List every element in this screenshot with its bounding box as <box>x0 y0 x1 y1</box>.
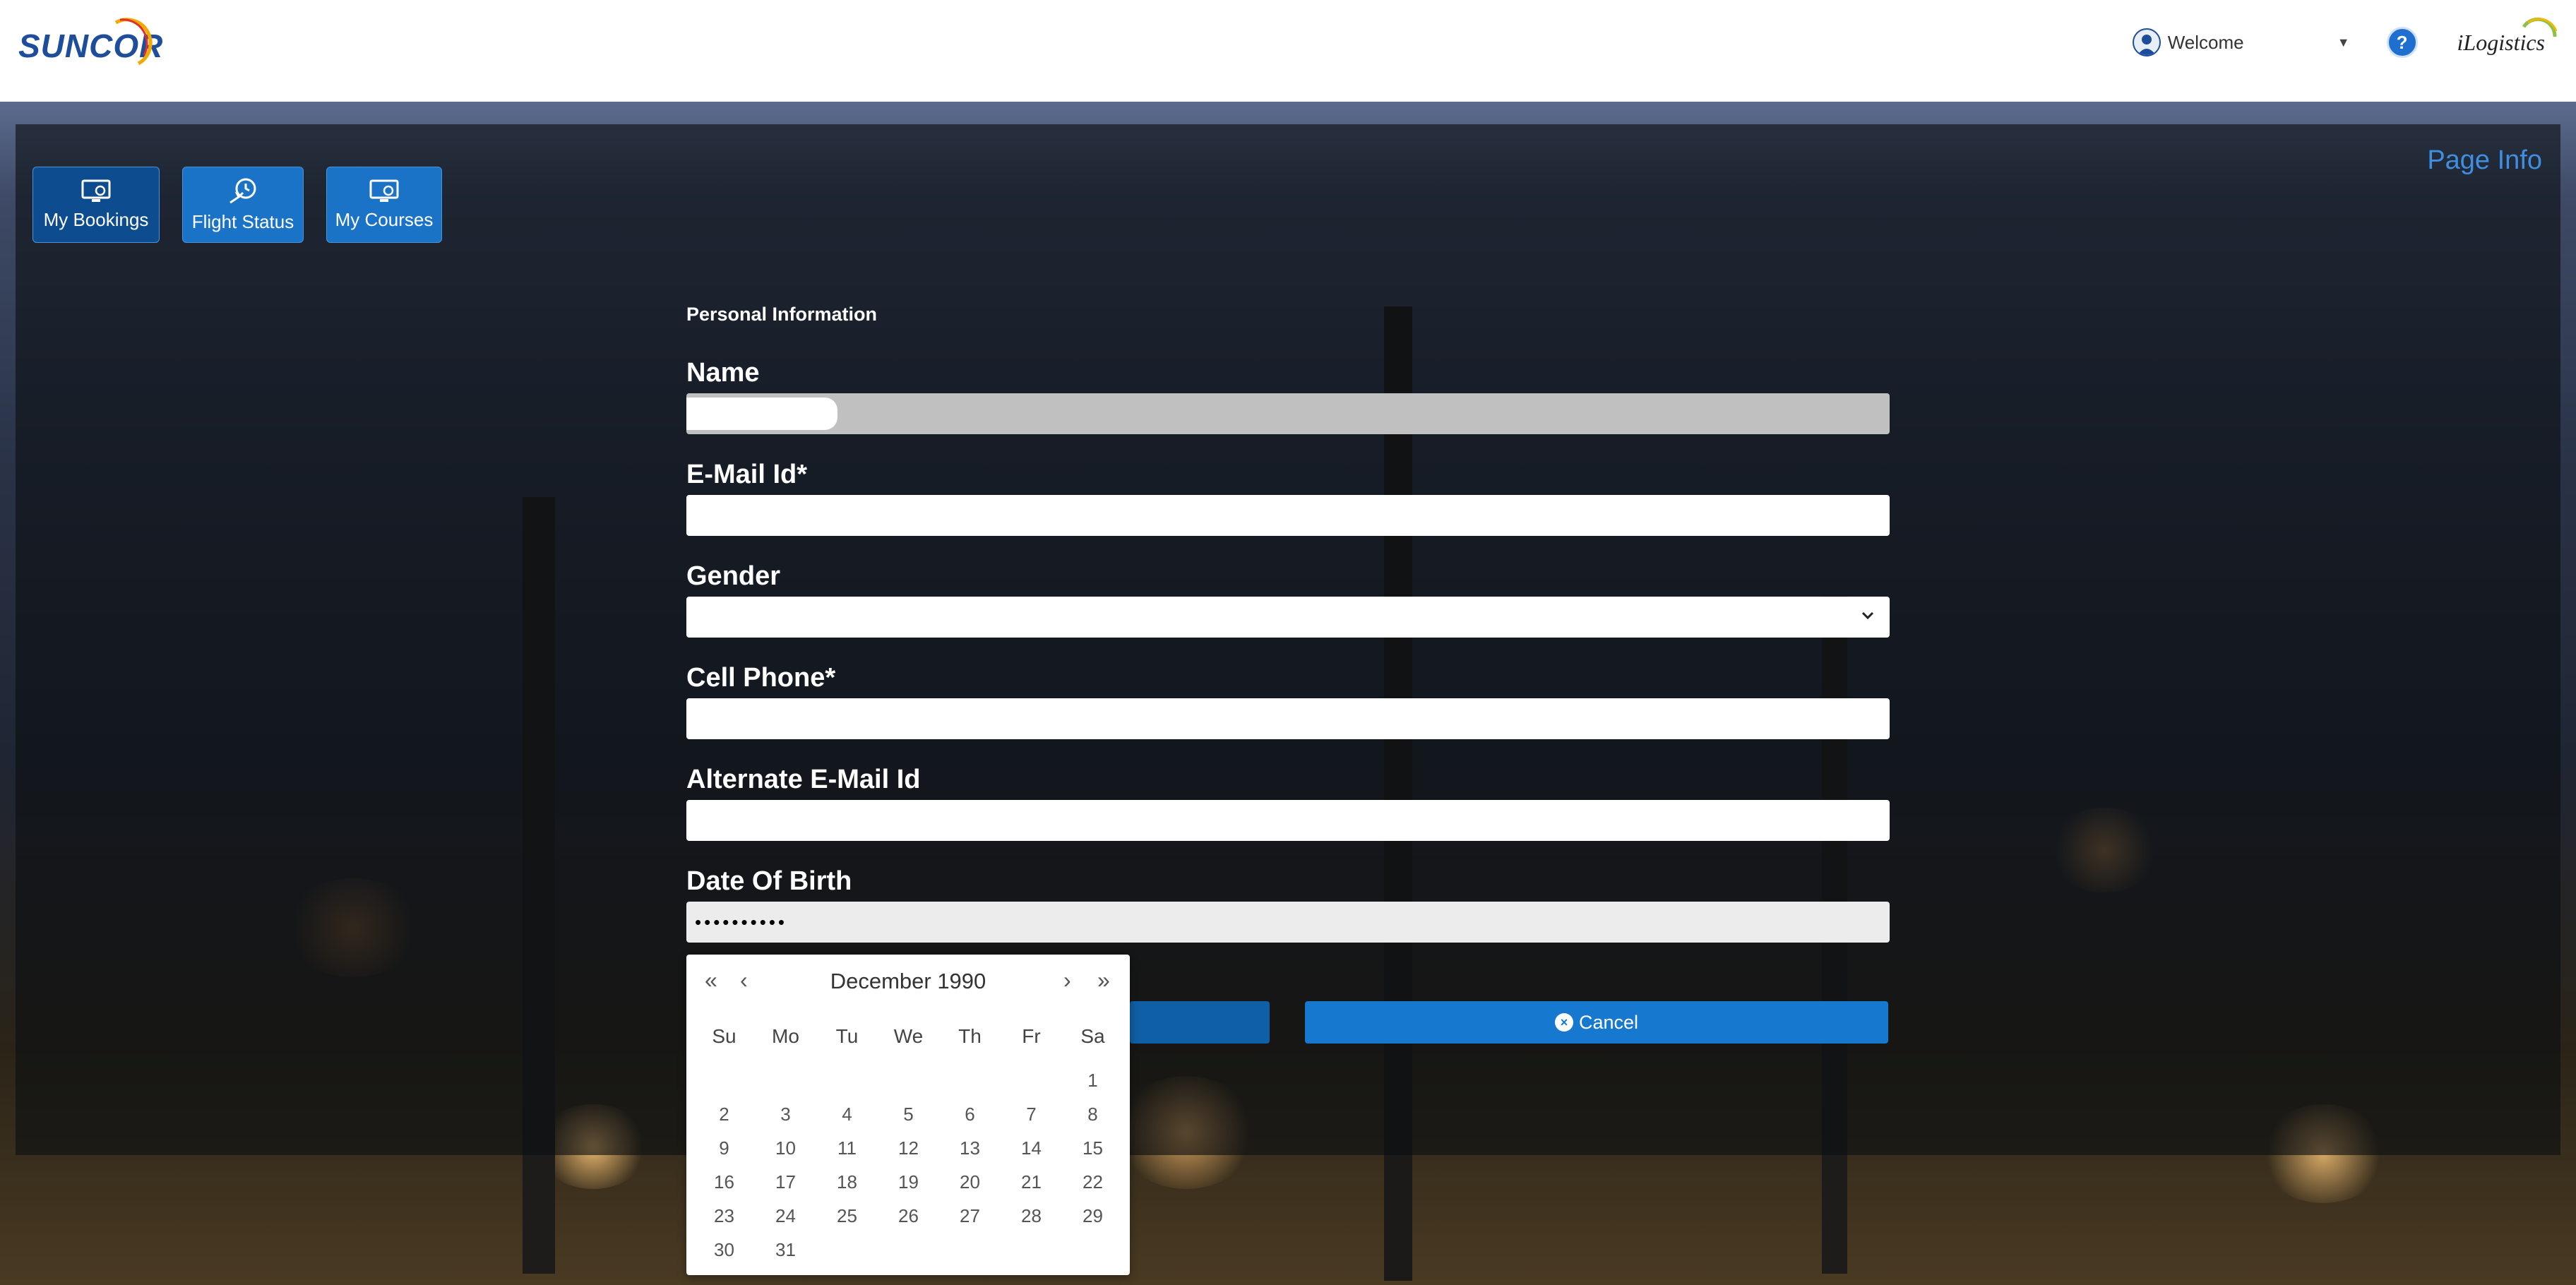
help-icon[interactable]: ? <box>2386 27 2418 58</box>
day-cell[interactable]: 12 <box>878 1137 939 1159</box>
day-cell[interactable]: 23 <box>693 1205 755 1227</box>
weekday-label: Mo <box>772 1025 799 1047</box>
weekday-row: Su Mo Tu We Th Fr Sa <box>693 1020 1123 1053</box>
day-cell[interactable]: 2 <box>693 1104 755 1125</box>
alt-email-field[interactable] <box>686 800 1890 841</box>
section-title: Personal Information <box>686 304 878 325</box>
week-row: 9 10 11 12 13 14 15 <box>693 1131 1123 1165</box>
day-cell[interactable]: 22 <box>1062 1171 1123 1193</box>
day-cell[interactable]: 11 <box>816 1137 878 1159</box>
my-bookings-label: My Bookings <box>43 208 149 230</box>
clock-plane-icon <box>229 178 256 203</box>
my-courses-button[interactable]: My Courses <box>326 167 442 243</box>
day-cell[interactable]: 18 <box>816 1171 878 1193</box>
weekday-label: Su <box>712 1025 737 1047</box>
date-picker: « ‹ December 1990 › » Su Mo Tu We Th Fr … <box>686 955 1130 1275</box>
alt-email-label: Alternate E-Mail Id <box>686 765 921 794</box>
welcome-menu[interactable]: Welcome <box>2168 32 2337 54</box>
ilogistics-arc-icon <box>2522 17 2558 37</box>
page-info-link[interactable]: Page Info <box>2427 145 2542 176</box>
week-row: 16 17 18 19 20 21 22 <box>693 1165 1123 1199</box>
weekday-label: Tu <box>835 1025 859 1047</box>
next-month-button[interactable]: › <box>1063 967 1071 993</box>
day-cell[interactable]: 24 <box>755 1205 816 1227</box>
weekday-label: Th <box>958 1025 982 1047</box>
monitor-icon <box>369 179 399 202</box>
save-button[interactable] <box>1130 1001 1270 1044</box>
calendar-grid: Su Mo Tu We Th Fr Sa 1 2 3 4 5 6 7 8 9 1… <box>693 1020 1123 1267</box>
day-cell[interactable]: 21 <box>1001 1171 1062 1193</box>
caret-down-icon[interactable]: ▼ <box>2337 35 2350 50</box>
weekday-label: Fr <box>1022 1025 1041 1047</box>
day-cell[interactable]: 3 <box>755 1104 816 1125</box>
day-cell[interactable]: 8 <box>1062 1104 1123 1125</box>
ilogistics-logo: iLogistics <box>2457 17 2558 56</box>
day-cell[interactable]: 29 <box>1062 1205 1123 1227</box>
day-cell[interactable]: 20 <box>939 1171 1001 1193</box>
day-cell[interactable]: 30 <box>693 1239 755 1261</box>
dob-field[interactable]: •••••••••• <box>686 902 1890 943</box>
name-field <box>686 393 1890 434</box>
email-field[interactable] <box>686 495 1890 536</box>
day-cell[interactable]: 27 <box>939 1205 1001 1227</box>
day-cell[interactable]: 25 <box>816 1205 878 1227</box>
day-cell[interactable]: 31 <box>755 1239 816 1261</box>
date-picker-header: « ‹ December 1990 › » <box>686 967 1130 998</box>
chevron-down-icon <box>1861 611 1874 620</box>
personal-info-form: Personal Information Name E-Mail Id* Gen… <box>686 304 1890 943</box>
email-label: E-Mail Id* <box>686 460 808 489</box>
flight-status-button[interactable]: Flight Status <box>182 167 304 243</box>
weekday-label: Sa <box>1080 1025 1105 1047</box>
my-courses-label: My Courses <box>335 208 434 230</box>
day-cell[interactable]: 14 <box>1001 1137 1062 1159</box>
day-cell[interactable]: 1 <box>1062 1070 1123 1092</box>
day-cell[interactable]: 16 <box>693 1171 755 1193</box>
monitor-icon <box>81 179 111 202</box>
week-row: 23 24 25 26 27 28 29 <box>693 1199 1123 1233</box>
week-row: 1 <box>693 1063 1123 1097</box>
redaction-mark <box>686 398 837 430</box>
dob-label: Date Of Birth <box>686 866 852 896</box>
gender-select[interactable] <box>686 597 1890 638</box>
cancel-button[interactable]: × Cancel <box>1305 1001 1888 1044</box>
cancel-label: Cancel <box>1578 1011 1639 1033</box>
cell-phone-field[interactable] <box>686 698 1890 739</box>
my-bookings-button[interactable]: My Bookings <box>32 167 160 243</box>
day-cell[interactable]: 9 <box>693 1137 755 1159</box>
week-row: 2 3 4 5 6 7 8 <box>693 1097 1123 1131</box>
suncor-sun-icon <box>114 18 153 66</box>
gender-label: Gender <box>686 561 781 591</box>
day-cell[interactable]: 7 <box>1001 1104 1062 1125</box>
user-icon[interactable] <box>2132 28 2161 56</box>
cell-phone-label: Cell Phone* <box>686 663 836 693</box>
day-cell[interactable]: 19 <box>878 1171 939 1193</box>
week-row: 30 31 <box>693 1233 1123 1267</box>
suncor-logo[interactable]: SUNCOR <box>18 18 163 71</box>
flight-status-label: Flight Status <box>191 210 294 232</box>
day-cell[interactable]: 5 <box>878 1104 939 1125</box>
day-cell[interactable]: 26 <box>878 1205 939 1227</box>
day-cell[interactable]: 6 <box>939 1104 1001 1125</box>
header-right: Welcome ▼ ? iLogistics <box>2132 17 2558 64</box>
close-circle-icon: × <box>1554 1013 1573 1032</box>
day-cell[interactable]: 13 <box>939 1137 1001 1159</box>
day-cell[interactable]: 28 <box>1001 1205 1062 1227</box>
day-cell[interactable]: 4 <box>816 1104 878 1125</box>
next-year-button[interactable]: » <box>1097 967 1110 993</box>
weekday-label: We <box>893 1025 924 1047</box>
top-header: SUNCOR Welcome ▼ ? iLogistics <box>0 0 2576 102</box>
day-cell[interactable]: 17 <box>755 1171 816 1193</box>
name-label: Name <box>686 358 760 388</box>
day-cell[interactable]: 10 <box>755 1137 816 1159</box>
day-cell[interactable]: 15 <box>1062 1137 1123 1159</box>
